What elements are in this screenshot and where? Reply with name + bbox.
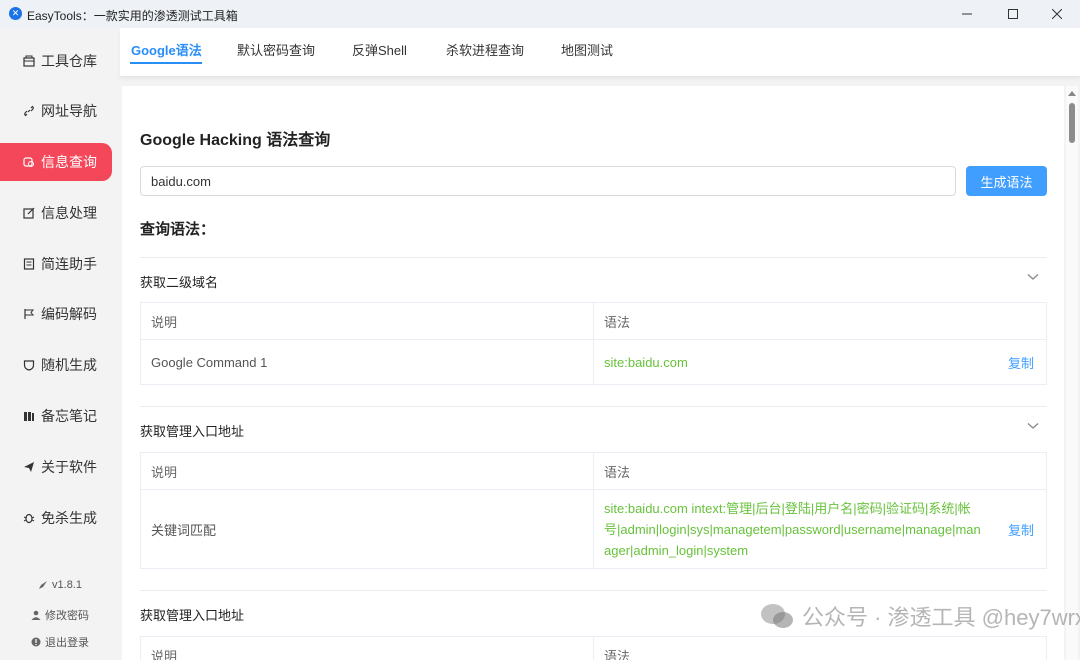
sidebar-item-info-process[interactable]: 信息处理 bbox=[0, 194, 112, 232]
scroll-up-icon[interactable] bbox=[1068, 90, 1076, 96]
main-panel: Google Hacking 语法查询 生成语法 查询语法： 获取二级域名 说明… bbox=[122, 86, 1064, 660]
sidebar-item-label: 网址导航 bbox=[41, 103, 97, 119]
row-desc: 关键词匹配 bbox=[141, 490, 594, 568]
header-syntax: 语法 bbox=[604, 648, 631, 660]
scrollbar[interactable] bbox=[1066, 86, 1078, 660]
rocket-icon bbox=[39, 581, 48, 589]
tab-map-test[interactable]: 地图测试 bbox=[561, 40, 613, 59]
sidebar-item-label: 工具仓库 bbox=[41, 53, 97, 69]
sidebar-item-random-gen[interactable]: 随机生成 bbox=[0, 346, 112, 384]
bug-icon bbox=[22, 511, 36, 525]
scrollbar-thumb[interactable] bbox=[1069, 103, 1075, 143]
window-title: EasyTools：一款实用的渗透测试工具箱 bbox=[27, 9, 238, 23]
sidebar-item-label: 信息处理 bbox=[41, 205, 97, 221]
table-header-row: 说明 语法 bbox=[141, 453, 1046, 490]
chevron-down-icon bbox=[1027, 423, 1039, 429]
section-header[interactable]: 获取二级域名 bbox=[140, 257, 1047, 299]
sidebar-item-label: 信息查询 bbox=[41, 154, 97, 170]
sidebar-item-url-nav[interactable]: 网址导航 bbox=[0, 92, 112, 130]
info-icon bbox=[31, 637, 41, 647]
notebook-icon bbox=[22, 257, 36, 271]
sidebar-item-label: 关于软件 bbox=[41, 459, 97, 475]
sidebar-item-encode-decode[interactable]: 编码解码 bbox=[0, 295, 112, 333]
books-icon bbox=[22, 409, 36, 423]
minimize-icon bbox=[962, 13, 972, 15]
close-icon bbox=[1052, 9, 1062, 19]
header-syntax: 语法 bbox=[604, 464, 631, 480]
link-icon bbox=[22, 104, 36, 118]
user-icon bbox=[31, 610, 41, 620]
sidebar-item-memo[interactable]: 备忘笔记 bbox=[0, 397, 112, 435]
syntax-table: 说明 语法 bbox=[140, 636, 1047, 660]
sidebar-item-label: 随机生成 bbox=[41, 357, 97, 373]
tab-av-process[interactable]: 杀软进程查询 bbox=[446, 40, 524, 59]
tab-reverse-shell[interactable]: 反弹Shell bbox=[352, 40, 407, 59]
send-icon bbox=[22, 460, 36, 474]
table-row: 关键词匹配 site:baidu.com intext:管理|后台|登陆|用户名… bbox=[141, 490, 1046, 568]
maximize-icon bbox=[1008, 9, 1018, 19]
section-title: 获取二级域名 bbox=[140, 275, 219, 290]
table-header-row: 说明 语法 bbox=[141, 303, 1046, 340]
sidebar-item-label: 简连助手 bbox=[41, 256, 97, 272]
title-bar: ✕ EasyTools：一款实用的渗透测试工具箱 bbox=[0, 0, 1080, 28]
shield-icon bbox=[22, 358, 36, 372]
table-header-row: 说明 语法 bbox=[141, 637, 1046, 660]
generate-button[interactable]: 生成语法 bbox=[966, 166, 1047, 196]
copy-button[interactable]: 复制 bbox=[1008, 340, 1034, 384]
header-desc: 说明 bbox=[141, 453, 594, 489]
copy-button[interactable]: 复制 bbox=[1008, 490, 1034, 568]
wechat-icon bbox=[761, 604, 793, 628]
row-syntax: site:baidu.com intext:管理|后台|登陆|用户名|密码|验证… bbox=[604, 500, 981, 558]
logout-link[interactable]: 退出登录 bbox=[0, 634, 120, 650]
sidebar: 工具仓库 网址导航 信息查询 信息处理 简连助手 编码解码 随机生成 备忘笔记 … bbox=[0, 28, 120, 660]
sidebar-item-label: 免杀生成 bbox=[41, 510, 97, 526]
section-title: 获取管理入口地址 bbox=[140, 424, 245, 439]
table-row: Google Command 1 site:baidu.com 复制 bbox=[141, 340, 1046, 384]
row-desc: Google Command 1 bbox=[141, 340, 594, 384]
header-desc: 说明 bbox=[141, 637, 594, 660]
sidebar-item-jianlian[interactable]: 简连助手 bbox=[0, 245, 112, 283]
row-syntax: site:baidu.com bbox=[604, 354, 688, 370]
sidebar-item-info-query[interactable]: 信息查询 bbox=[0, 143, 112, 181]
tab-google-syntax[interactable]: Google语法 bbox=[131, 40, 202, 59]
sidebar-item-about[interactable]: 关于软件 bbox=[0, 448, 112, 486]
tab-default-password[interactable]: 默认密码查询 bbox=[237, 40, 315, 59]
tab-bar: Google语法 默认密码查询 反弹Shell 杀软进程查询 地图测试 bbox=[120, 28, 1080, 77]
watermark: 公众号 · 渗透工具 @hey7wrx bbox=[760, 600, 1080, 632]
edit-icon bbox=[22, 206, 36, 220]
sidebar-item-label: 备忘笔记 bbox=[41, 408, 97, 424]
close-button[interactable] bbox=[1034, 0, 1080, 28]
active-tab-indicator bbox=[130, 62, 202, 64]
app-logo-icon: ✕ bbox=[9, 7, 22, 20]
section-header[interactable]: 获取管理入口地址 bbox=[140, 406, 1047, 448]
results-heading: 查询语法： bbox=[140, 221, 216, 238]
sidebar-item-av-bypass[interactable]: 免杀生成 bbox=[0, 499, 112, 537]
query-icon bbox=[22, 155, 36, 169]
syntax-table: 说明 语法 关键词匹配 site:baidu.com intext:管理|后台|… bbox=[140, 452, 1047, 569]
chevron-down-icon bbox=[1027, 274, 1039, 280]
flag-icon bbox=[22, 307, 36, 321]
sidebar-item-tool-repo[interactable]: 工具仓库 bbox=[0, 42, 112, 80]
page-title: Google Hacking 语法查询 bbox=[140, 132, 331, 149]
maximize-button[interactable] bbox=[990, 0, 1036, 28]
sidebar-item-label: 编码解码 bbox=[41, 306, 97, 322]
header-desc: 说明 bbox=[141, 303, 594, 339]
box-icon bbox=[22, 54, 36, 68]
version-label: v1.8.1 bbox=[0, 579, 120, 591]
domain-input[interactable] bbox=[140, 166, 956, 196]
section-title: 获取管理入口地址 bbox=[140, 608, 245, 623]
minimize-button[interactable] bbox=[944, 0, 990, 28]
change-password-link[interactable]: 修改密码 bbox=[0, 607, 120, 623]
syntax-table: 说明 语法 Google Command 1 site:baidu.com 复制 bbox=[140, 302, 1047, 385]
header-syntax: 语法 bbox=[604, 314, 631, 330]
